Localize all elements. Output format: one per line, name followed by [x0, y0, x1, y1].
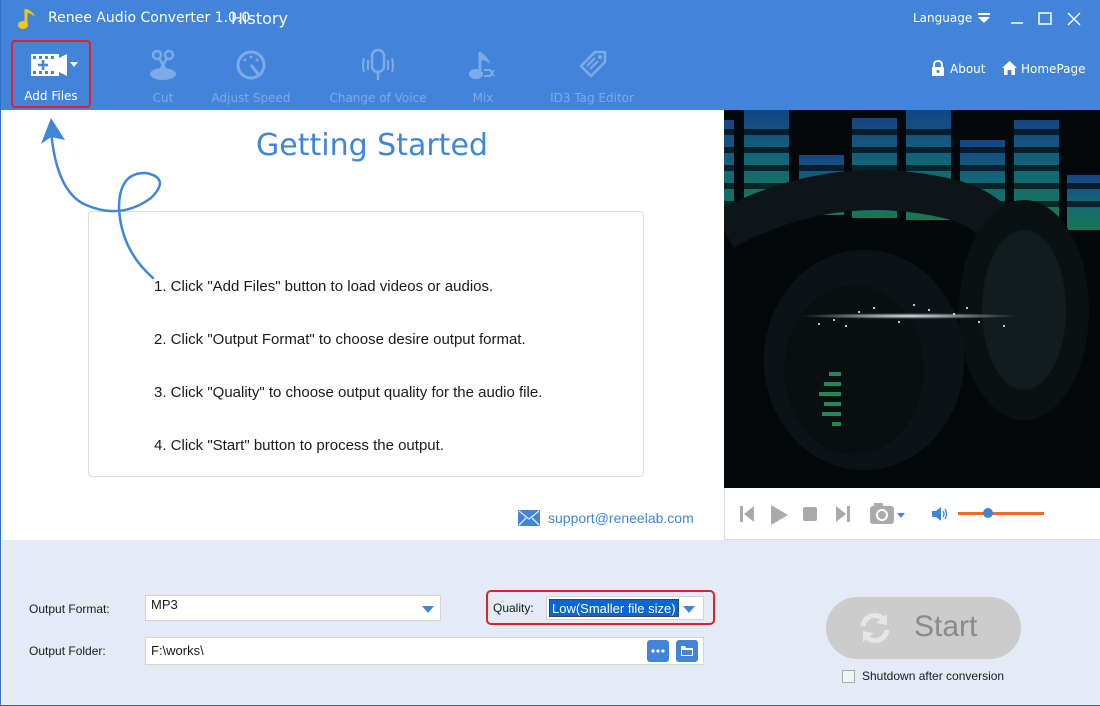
curved-arrow-icon: [41, 118, 161, 280]
homepage-label: HomePage: [1021, 62, 1086, 76]
output-folder-label: Output Folder:: [29, 644, 106, 658]
output-format-label: Output Format:: [29, 602, 110, 616]
chevron-down-icon: [422, 606, 434, 613]
refresh-icon: [860, 613, 890, 643]
tag-edit-icon: [579, 50, 607, 78]
quality-value: Low(Smaller file size): [549, 599, 679, 617]
output-format-select[interactable]: MP3: [145, 595, 441, 621]
more-icon: [651, 649, 665, 653]
volume-icon[interactable]: [931, 506, 949, 522]
folder-icon: [681, 646, 693, 656]
volume-slider[interactable]: [958, 508, 1044, 518]
music-note-logo-icon: [18, 9, 35, 29]
previous-icon[interactable]: [739, 505, 755, 523]
start-label: Start: [914, 610, 978, 643]
add-files-button[interactable]: Add Files: [11, 40, 91, 108]
chevron-down-icon: [683, 606, 695, 613]
lock-icon: [932, 59, 944, 76]
shutdown-checkbox[interactable]: [842, 670, 855, 683]
output-folder-value: F:\works\: [151, 643, 204, 658]
support-email: support@reneelab.com: [548, 510, 694, 526]
cut-label: Cut: [152, 91, 174, 105]
microphone-icon: [362, 48, 394, 80]
play-icon[interactable]: [769, 505, 789, 525]
player-controls: [724, 488, 1100, 540]
about-label: About: [950, 62, 986, 76]
change-of-voice-label: Change of Voice: [329, 91, 427, 105]
quality-label: Quality:: [493, 601, 534, 615]
mix-button[interactable]: Mix: [453, 40, 513, 108]
output-format-value: MP3: [151, 597, 178, 612]
step-1: 1. Click "Add Files" button to load vide…: [154, 278, 494, 295]
language-menu[interactable]: Language: [913, 11, 972, 25]
history-link[interactable]: History: [231, 9, 288, 28]
stop-icon[interactable]: [803, 507, 817, 521]
close-icon[interactable]: [1063, 8, 1085, 30]
add-video-icon: [31, 54, 78, 76]
speedometer-icon: [236, 50, 266, 80]
support-email-link[interactable]: support@reneelab.com: [518, 510, 694, 526]
music-mix-icon: [469, 52, 495, 79]
output-folder-input[interactable]: F:\works\: [145, 637, 704, 665]
minimize-icon[interactable]: [1006, 8, 1028, 30]
maximize-icon[interactable]: [1034, 8, 1056, 30]
home-icon: [1002, 61, 1017, 75]
about-link[interactable]: About: [931, 59, 986, 76]
video-preview: [724, 110, 1100, 488]
add-files-label: Add Files: [24, 89, 78, 103]
cut-button[interactable]: Cut: [123, 40, 203, 108]
snapshot-camera-icon[interactable]: [869, 502, 909, 526]
volume-slider-handle[interactable]: [983, 508, 994, 518]
scissors-icon: [150, 49, 176, 80]
id3-tag-editor-label: ID3 Tag Editor: [550, 91, 634, 105]
getting-started-title: Getting Started: [256, 128, 488, 163]
homepage-link[interactable]: HomePage: [1001, 60, 1086, 76]
next-icon[interactable]: [835, 505, 851, 523]
step-3: 3. Click "Quality" to choose output qual…: [154, 384, 543, 401]
app-title: Renee Audio Converter 1.0.0: [48, 10, 251, 26]
change-of-voice-button[interactable]: Change of Voice: [326, 40, 430, 108]
start-button[interactable]: Start: [826, 597, 1021, 659]
adjust-speed-button[interactable]: Adjust Speed: [206, 40, 296, 108]
step-2: 2. Click "Output Format" to choose desir…: [154, 331, 526, 348]
app-window: Renee Audio Converter 1.0.0 History Lang…: [0, 0, 1100, 706]
open-folder-button[interactable]: [676, 640, 698, 662]
id3-tag-editor-button[interactable]: ID3 Tag Editor: [546, 40, 638, 108]
shutdown-label: Shutdown after conversion: [862, 669, 1005, 683]
header-bar: Renee Audio Converter 1.0.0 History Lang…: [1, 0, 1100, 110]
quality-select[interactable]: Low(Smaller file size): [546, 596, 704, 620]
browse-button[interactable]: [647, 640, 669, 662]
language-dropdown-icon[interactable]: [977, 12, 991, 24]
headphones-preview-image: [724, 110, 1100, 488]
mix-label: Mix: [472, 91, 494, 105]
step-4: 4. Click "Start" button to process the o…: [154, 437, 444, 454]
adjust-speed-label: Adjust Speed: [211, 91, 291, 105]
email-icon: [518, 510, 540, 526]
